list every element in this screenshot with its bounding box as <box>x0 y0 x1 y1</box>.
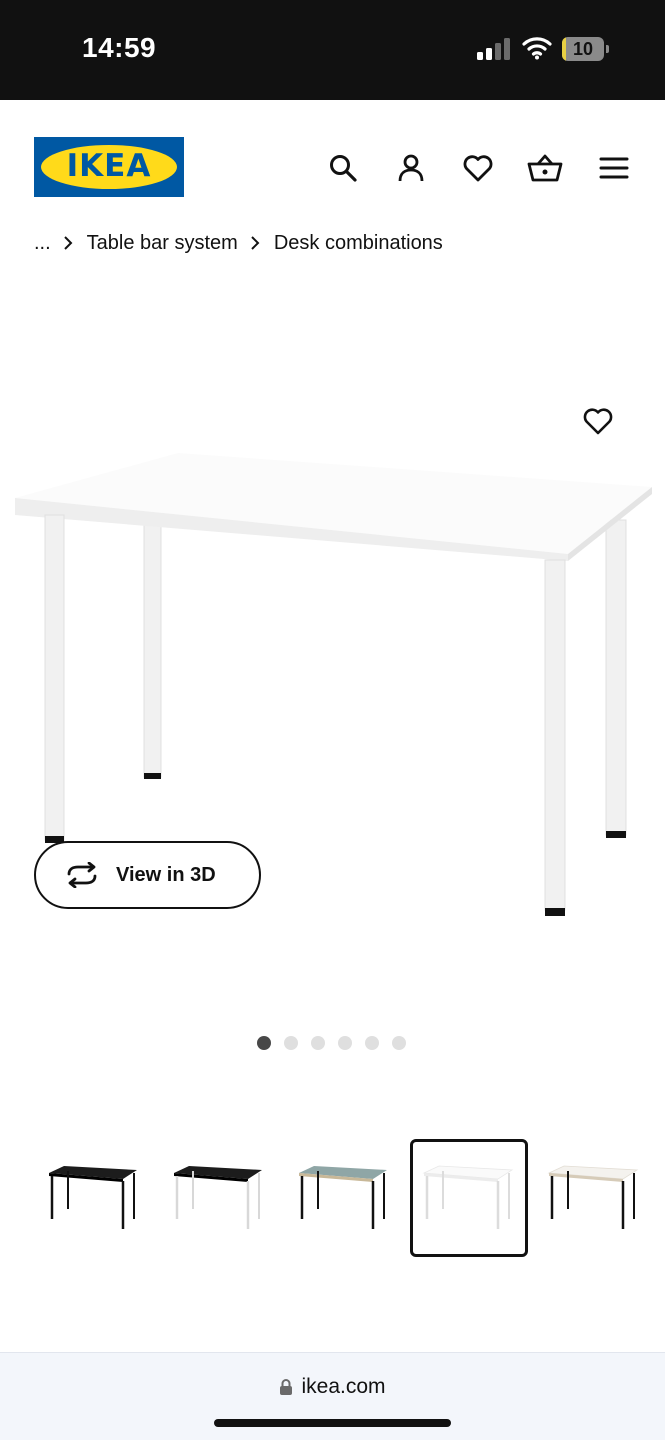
battery-indicator: 10 <box>562 37 610 61</box>
menu-button[interactable] <box>596 150 632 186</box>
menu-icon <box>599 157 629 179</box>
browser-address-bar: ikea.com <box>0 1352 665 1440</box>
rotate-3d-icon <box>67 862 97 888</box>
color-variant-thumbnails <box>35 1139 665 1257</box>
pagination-dot-1[interactable] <box>257 1036 271 1050</box>
product-image-desk[interactable] <box>0 300 665 1020</box>
pagination-dot-6[interactable] <box>392 1036 406 1050</box>
battery-body: 10 <box>562 37 604 61</box>
logo-text: IKEA <box>66 148 152 184</box>
add-to-favourites-button[interactable] <box>578 402 618 440</box>
favourites-button[interactable] <box>460 150 496 186</box>
account-icon <box>398 154 424 182</box>
ikea-logo[interactable]: IKEA <box>34 137 184 197</box>
thumbnail-white-top-black-legs[interactable] <box>535 1139 653 1257</box>
search-button[interactable] <box>325 150 361 186</box>
address-field[interactable]: ikea.com <box>0 1375 665 1399</box>
view-in-3d-label: View in 3D <box>116 863 216 886</box>
thumbnail-black-top-black-legs[interactable] <box>35 1139 153 1257</box>
breadcrumb-table-bar-system[interactable]: Table bar system <box>87 232 238 255</box>
breadcrumb-desk-combinations[interactable]: Desk combinations <box>274 232 443 255</box>
wifi-icon <box>522 37 552 60</box>
battery-percent: 10 <box>572 39 594 59</box>
favourites-heart-icon <box>463 155 493 182</box>
breadcrumb-ellipsis[interactable]: ... <box>34 232 51 255</box>
heart-icon <box>583 408 613 435</box>
cellular-signal-icon <box>477 38 510 60</box>
chevron-right-icon <box>51 233 87 253</box>
account-button[interactable] <box>393 150 429 186</box>
search-icon <box>330 155 357 182</box>
breadcrumb: ... Table bar system Desk combinations <box>34 229 443 257</box>
url-text: ikea.com <box>301 1375 386 1398</box>
thumbnail-white-top-white-legs[interactable] <box>410 1139 528 1257</box>
pagination-dot-4[interactable] <box>338 1036 352 1050</box>
battery-cap <box>606 45 609 53</box>
pagination-dot-5[interactable] <box>365 1036 379 1050</box>
shopping-basket-button[interactable] <box>527 150 563 186</box>
view-in-3d-button[interactable]: View in 3D <box>34 841 261 909</box>
site-header: IKEA <box>0 100 665 220</box>
status-bar: 14:59 10 <box>0 0 665 100</box>
lock-icon <box>280 1379 293 1395</box>
home-indicator[interactable] <box>214 1419 451 1427</box>
thumbnail-grey-turquoise-top-black-legs[interactable] <box>285 1139 403 1257</box>
shopping-basket-icon <box>527 154 563 182</box>
thumbnail-black-top-white-legs[interactable] <box>160 1139 278 1257</box>
image-pagination <box>257 1036 406 1050</box>
pagination-dot-3[interactable] <box>311 1036 325 1050</box>
status-time: 14:59 <box>82 32 157 63</box>
chevron-right-icon <box>238 233 274 253</box>
pagination-dot-2[interactable] <box>284 1036 298 1050</box>
